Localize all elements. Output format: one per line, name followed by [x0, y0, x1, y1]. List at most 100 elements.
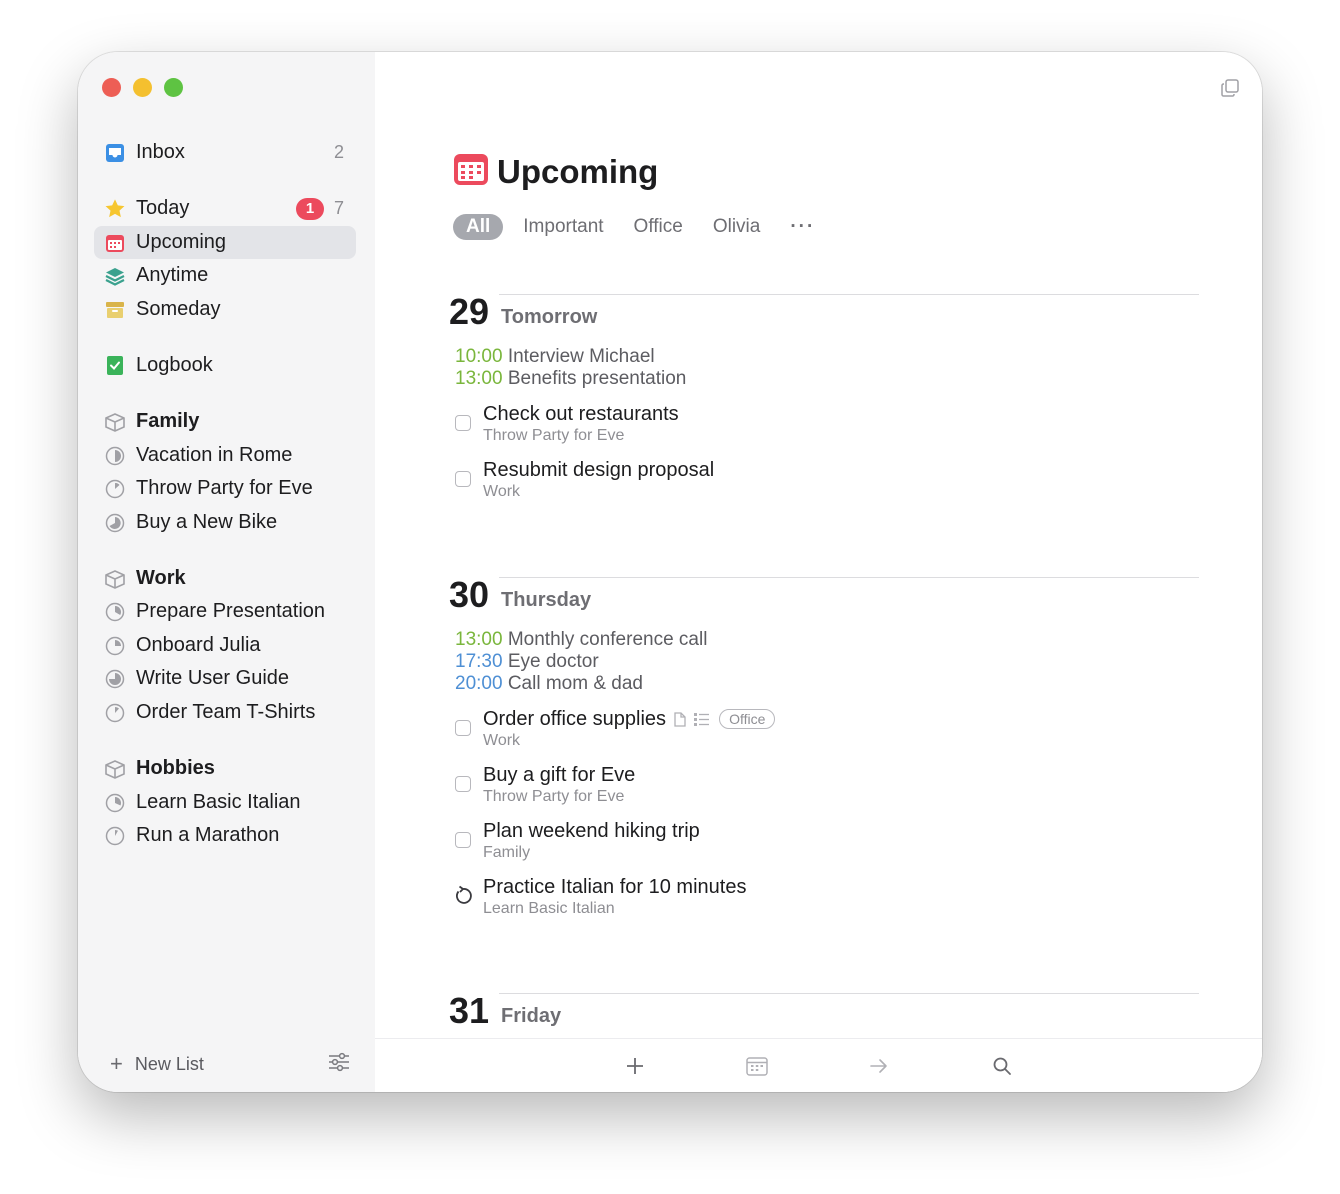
area-box-icon [104, 568, 126, 590]
sidebar-item-inbox[interactable]: Inbox 2 [94, 136, 356, 169]
day-header: 30 Thursday [449, 571, 1199, 615]
sidebar-item-label: Vacation in Rome [136, 444, 293, 466]
sidebar-project-item[interactable]: Write User Guide [94, 662, 356, 695]
today-badge: 1 [295, 197, 324, 220]
sidebar-project-item[interactable]: Prepare Presentation [94, 595, 356, 628]
calendar-icon[interactable] [745, 1054, 769, 1078]
sidebar-project-item[interactable]: Order Team T-Shirts [94, 696, 356, 729]
todo-checkbox[interactable] [455, 720, 471, 736]
calendar-events: 13:00 Monthly conference call 17:30 Eye … [455, 629, 1199, 695]
sidebar-item-today[interactable]: Today 1 7 [94, 192, 356, 225]
sidebar-item-label: Prepare Presentation [136, 600, 326, 622]
search-icon[interactable] [990, 1054, 1014, 1078]
todo-item[interactable]: Practice Italian for 10 minutes Learn Ba… [449, 875, 1199, 919]
sidebar-item-label: Learn Basic Italian [136, 791, 301, 813]
inbox-icon [104, 142, 126, 164]
sidebar-area-work[interactable]: Work [94, 562, 356, 595]
todo-checkbox[interactable] [455, 415, 471, 431]
project-progress-icon [104, 478, 126, 500]
sidebar-area-family[interactable]: Family [94, 405, 356, 438]
minimize-button[interactable] [133, 78, 152, 97]
sidebar-item-anytime[interactable]: Anytime [94, 259, 356, 292]
project-progress-icon [104, 668, 126, 690]
calendar-event[interactable]: 17:30 Eye doctor [455, 651, 1199, 673]
calendar-event[interactable]: 13:00 Monthly conference call [455, 629, 1199, 651]
close-button[interactable] [102, 78, 121, 97]
todo-project: Family [483, 844, 531, 861]
day-name: Friday [501, 1005, 562, 1027]
tab-important[interactable]: Important [523, 216, 603, 238]
day-name: Tomorrow [501, 306, 598, 328]
todo-checkbox[interactable] [455, 471, 471, 487]
todo-checkbox[interactable] [455, 832, 471, 848]
todo-title: Check out restaurants [483, 403, 679, 425]
tag-badge[interactable]: Office [719, 709, 776, 729]
sidebar-item-label: Inbox [136, 141, 185, 163]
plus-icon[interactable] [623, 1054, 647, 1078]
plus-icon[interactable]: + [110, 1051, 123, 1077]
sidebar-item-label: Onboard Julia [136, 634, 261, 656]
checklist-icon [694, 712, 710, 727]
area-box-icon [104, 411, 126, 433]
sidebar-item-label: Order Team T-Shirts [136, 701, 316, 723]
todo-item[interactable]: Order office supplies Office Work [449, 707, 1199, 751]
sidebar-item-label: Throw Party for Eve [136, 477, 313, 499]
sidebar-item-logbook[interactable]: Logbook [94, 349, 356, 382]
inbox-count: 2 [333, 142, 344, 162]
project-progress-icon [104, 825, 126, 847]
event-title: Benefits presentation [507, 368, 687, 389]
sidebar-project-item[interactable]: Learn Basic Italian [94, 786, 356, 819]
todo-project: Throw Party for Eve [483, 788, 625, 805]
sidebar-footer: + New List [110, 1051, 350, 1077]
calendar-event[interactable]: 13:00 Benefits presentation [455, 368, 1199, 390]
today-count: 7 [333, 198, 344, 218]
sidebar-item-label: Family [136, 410, 200, 432]
project-progress-icon [104, 635, 126, 657]
copy-window-icon[interactable] [1220, 78, 1240, 103]
sidebar-project-item[interactable]: Vacation in Rome [94, 439, 356, 472]
tab-all[interactable]: All [453, 214, 504, 240]
todo-item[interactable]: Check out restaurants Throw Party for Ev… [449, 402, 1199, 446]
tab-olivia[interactable]: Olivia [713, 216, 761, 238]
sidebar-item-someday[interactable]: Someday [94, 293, 356, 326]
sidebar-project-item[interactable]: Run a Marathon [94, 819, 356, 852]
day-section: 31 Friday [449, 987, 1199, 1031]
tab-office[interactable]: Office [634, 216, 683, 238]
day-header: 31 Friday [449, 987, 1199, 1031]
todo-project: Work [483, 732, 521, 749]
project-progress-icon [104, 792, 126, 814]
repeat-icon[interactable] [452, 885, 474, 912]
project-progress-icon [104, 702, 126, 724]
layers-icon [104, 265, 126, 287]
event-time: 10:00 [455, 346, 503, 367]
more-tags-button[interactable]: ··· [790, 216, 815, 238]
sidebar-item-label: Hobbies [136, 757, 215, 779]
logbook-icon [104, 355, 126, 377]
day-number: 29 [449, 291, 490, 332]
sidebar-project-item[interactable]: Throw Party for Eve [94, 472, 356, 505]
todo-checkbox[interactable] [455, 776, 471, 792]
todo-item[interactable]: Buy a gift for Eve Throw Party for Eve [449, 763, 1199, 807]
sidebar-item-label: Buy a New Bike [136, 511, 278, 533]
sidebar-item-upcoming[interactable]: Upcoming [94, 226, 356, 259]
new-list-button[interactable]: New List [135, 1054, 328, 1075]
sidebar-project-item[interactable]: Buy a New Bike [94, 506, 356, 539]
calendar-event[interactable]: 10:00 Interview Michael [455, 346, 1199, 368]
filter-settings-icon[interactable] [328, 1052, 350, 1077]
project-progress-icon [104, 445, 126, 467]
todo-project: Throw Party for Eve [483, 427, 625, 444]
sidebar-project-item[interactable]: Onboard Julia [94, 629, 356, 662]
event-time: 13:00 [455, 629, 503, 650]
project-progress-icon [104, 601, 126, 623]
arrow-right-icon[interactable] [867, 1054, 891, 1078]
calendar-event[interactable]: 20:00 Call mom & dad [455, 673, 1199, 695]
event-title: Call mom & dad [507, 673, 643, 694]
zoom-button[interactable] [164, 78, 183, 97]
todo-title: Plan weekend hiking trip [483, 820, 700, 842]
archive-box-icon [104, 299, 126, 321]
window-controls [102, 78, 183, 97]
todo-item[interactable]: Plan weekend hiking trip Family [449, 819, 1199, 863]
sidebar-area-hobbies[interactable]: Hobbies [94, 752, 356, 785]
todo-item[interactable]: Resubmit design proposal Work [449, 458, 1199, 502]
sidebar-item-label: Run a Marathon [136, 824, 280, 846]
